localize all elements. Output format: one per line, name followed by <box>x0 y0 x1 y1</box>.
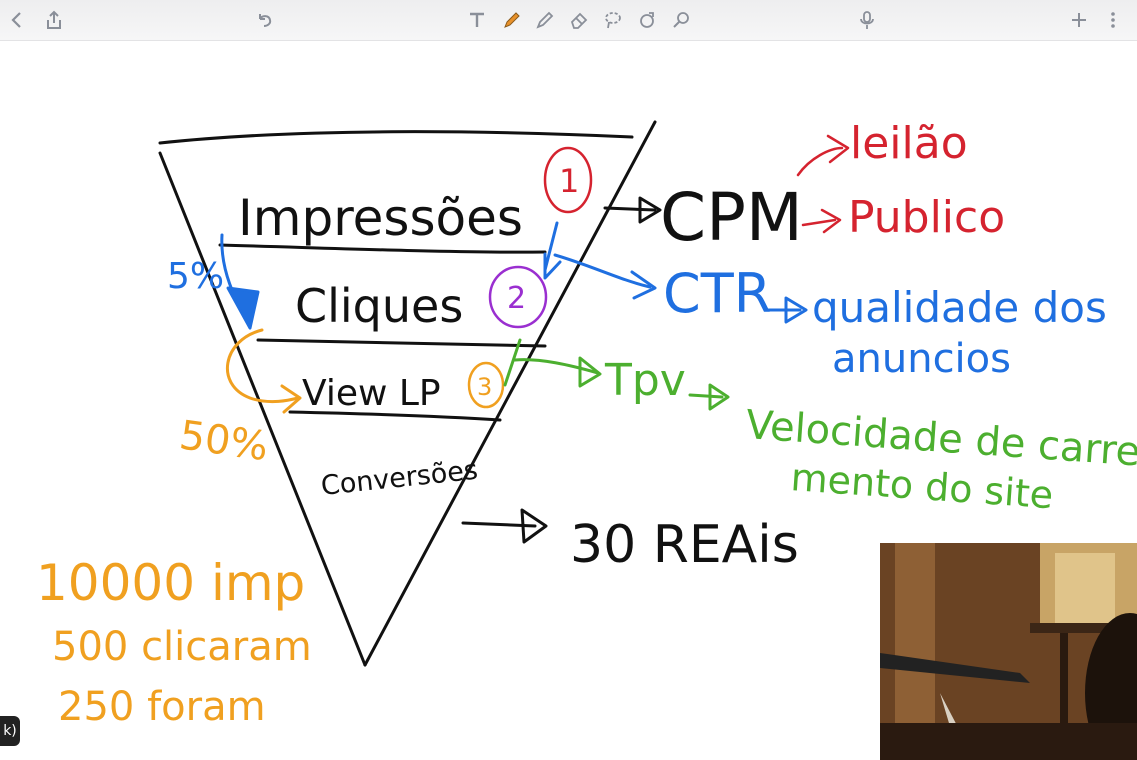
pen-tool-icon[interactable] <box>500 8 524 32</box>
pct-5-label: 5% <box>167 256 224 297</box>
image-tool-icon[interactable] <box>669 8 693 32</box>
undo-icon[interactable] <box>253 8 277 32</box>
funnel-stage-clicks: Cliques <box>295 279 463 333</box>
lasso-tool-icon[interactable] <box>601 8 625 32</box>
note-leilao: leilão <box>850 118 968 169</box>
marker-2: 2 <box>488 265 548 329</box>
note-qualidade-2: anuncios <box>832 336 1011 382</box>
qualidade-arrow <box>766 296 808 324</box>
add-page-icon[interactable] <box>1067 8 1091 32</box>
stats-line-1: 10000 imp <box>36 554 305 612</box>
eraser-tool-icon[interactable] <box>567 8 591 32</box>
text-tool-icon[interactable] <box>465 8 489 32</box>
note-qualidade-1: qualidade dos <box>812 283 1107 332</box>
svg-text:2: 2 <box>507 281 526 316</box>
tpv-label: Tpv <box>604 355 686 406</box>
pct-50-arrow <box>225 328 302 414</box>
ctr-arrow <box>543 221 657 300</box>
cpm-label: CPM <box>660 179 803 256</box>
publico-arrow <box>801 208 842 234</box>
microphone-icon[interactable] <box>855 8 879 32</box>
share-icon[interactable] <box>42 8 66 32</box>
svg-text:3: 3 <box>477 373 492 401</box>
cost-arrow <box>461 508 548 544</box>
leilao-arrow <box>796 134 850 177</box>
svg-text:1: 1 <box>559 162 579 200</box>
stats-line-2: 500 clicaram <box>52 624 312 670</box>
pct-5-arrow <box>220 233 260 330</box>
note-publico: Publico <box>848 192 1005 243</box>
marker-3: 3 <box>467 361 505 409</box>
more-icon[interactable] <box>1101 8 1125 32</box>
cost-label: 30 REAis <box>570 515 799 575</box>
top-toolbar <box>0 0 1137 41</box>
ctr-label: CTR <box>663 262 771 325</box>
corner-badge: k) <box>0 716 20 746</box>
stats-line-3: 250 foram <box>58 684 266 730</box>
funnel-stage-impressions: Impressões <box>238 189 523 247</box>
pct-50-label: 50% <box>177 412 271 470</box>
webcam-overlay <box>880 543 1137 760</box>
velocidade-arrow <box>688 383 730 411</box>
shapes-tool-icon[interactable] <box>635 8 659 32</box>
funnel-stage-view-lp: View LP <box>302 373 441 414</box>
back-icon[interactable] <box>5 8 29 32</box>
marker-1: 1 <box>543 146 593 214</box>
highlighter-tool-icon[interactable] <box>533 8 557 32</box>
